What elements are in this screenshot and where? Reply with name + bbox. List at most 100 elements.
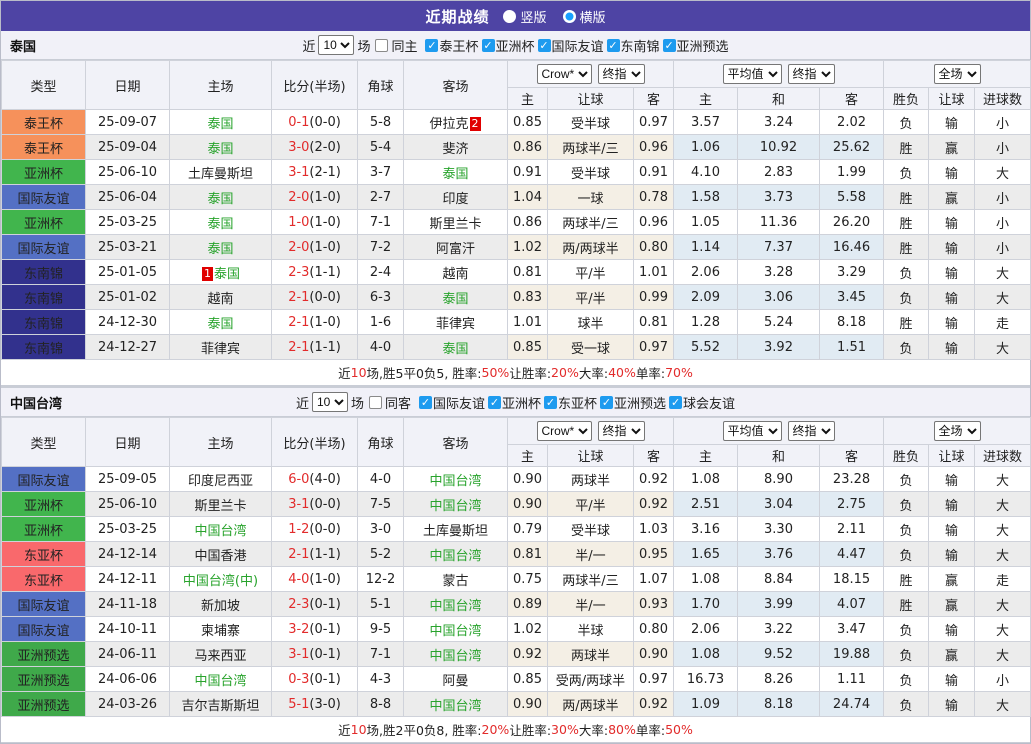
- result-goals-cell: 大: [974, 159, 1031, 185]
- radio-label: 横版: [579, 10, 606, 26]
- league-filter-4[interactable]: ✓ 亚洲预选: [662, 36, 729, 55]
- league-filter-3[interactable]: ✓ 亚洲预选: [600, 393, 666, 412]
- result-goals-cell: 小: [974, 234, 1031, 260]
- match-date: 24-12-14: [85, 541, 170, 567]
- col-header-odds-home: 主: [507, 87, 548, 110]
- corner-cell: 2-7: [357, 184, 404, 210]
- checkbox-checked-icon[interactable]: ✓: [418, 395, 432, 409]
- away-team: 越南: [403, 259, 508, 285]
- handicap-cell: 两/两球半: [547, 691, 634, 717]
- odds-time-select[interactable]: 终指: [597, 421, 645, 441]
- radio-unselected-icon[interactable]: [503, 9, 517, 23]
- checkbox-unchecked-icon[interactable]: [375, 38, 389, 52]
- halftime-score: (1-1): [309, 546, 341, 562]
- league-filter-list: ✓ 泰王杯 ✓ 亚洲杯 ✓ 国际友谊 ✓ 东南锦 ✓ 亚洲预选: [422, 36, 729, 55]
- scope-select[interactable]: 全场: [933, 421, 981, 441]
- result-goals-cell: 小: [974, 666, 1031, 692]
- odds-source-select[interactable]: Crow*: [536, 421, 592, 441]
- odds-source-select[interactable]: Crow*: [536, 64, 592, 84]
- games-label: 场: [350, 396, 364, 412]
- scope-select[interactable]: 全场: [933, 64, 981, 84]
- avg-home-cell: 1.08: [673, 566, 739, 592]
- score-cell: 6-0(4-0): [271, 466, 358, 492]
- result-goals-cell: 走: [974, 309, 1031, 335]
- match-type-badge: 东亚杯: [1, 541, 86, 567]
- odds-away-cell: 0.96: [632, 134, 675, 160]
- halftime-score: (1-0): [309, 214, 341, 230]
- handicap-cell: 两球半/三: [547, 566, 634, 592]
- recent-count-select[interactable]: 10: [318, 35, 355, 55]
- fulltime-score: 3-0: [288, 139, 310, 155]
- same-venue-checkbox[interactable]: 同客: [368, 393, 411, 412]
- handicap-cell: 半球: [547, 616, 634, 642]
- handicap-cell: 两/两球半: [547, 234, 634, 260]
- home-team: 泰国: [169, 309, 272, 335]
- league-filter-0[interactable]: ✓ 国际友谊: [418, 393, 485, 412]
- results-tbody: 国际友谊 25-09-05 印度尼西亚 6-0(4-0) 4-0 中国台湾 0.90 两球半 0…: [1, 466, 1031, 717]
- checkbox-checked-icon[interactable]: ✓: [606, 38, 620, 52]
- fulltime-score: 4-0: [288, 571, 310, 587]
- layout-radio-vertical[interactable]: 竖版: [503, 7, 547, 26]
- team-name: 中国台湾: [194, 673, 247, 689]
- league-filter-0[interactable]: ✓ 泰王杯: [425, 36, 479, 55]
- team-name: 泰国: [207, 241, 234, 257]
- table-row: 国际友谊 25-03-21 泰国 2-0(1-0) 7-2 阿富汗 1.02 两/两球半 0.8…: [1, 234, 1031, 260]
- odds-time-select[interactable]: 终指: [597, 64, 645, 84]
- avg-time-select[interactable]: 终指: [787, 64, 835, 84]
- table-row: 亚洲杯 25-03-25 中国台湾 1-2(0-0) 3-0 土库曼斯坦 0.79 受半球 1.…: [1, 516, 1031, 542]
- home-team: 泰国: [169, 234, 272, 260]
- result-handicap-cell: 输: [928, 541, 976, 567]
- corner-cell: 3-7: [357, 159, 404, 185]
- odds-home-cell: 0.90: [507, 491, 548, 517]
- checkbox-checked-icon[interactable]: ✓: [544, 395, 558, 409]
- checkbox-checked-icon[interactable]: ✓: [537, 38, 551, 52]
- league-filter-3[interactable]: ✓ 东南锦: [606, 36, 660, 55]
- corner-cell: 7-1: [357, 209, 404, 235]
- checkbox-checked-icon[interactable]: ✓: [488, 395, 501, 409]
- result-handicap-cell: 赢: [928, 566, 976, 592]
- col-header-handicap: 让球: [547, 87, 634, 110]
- layout-radio-horizontal[interactable]: 横版: [562, 7, 606, 26]
- odds-home-cell: 0.81: [507, 259, 548, 285]
- result-goals-cell: 走: [974, 566, 1031, 592]
- checkbox-checked-icon[interactable]: ✓: [425, 38, 439, 52]
- avg-source-select[interactable]: 平均值: [722, 421, 782, 441]
- league-filter-2[interactable]: ✓ 国际友谊: [537, 36, 604, 55]
- result-handicap-cell: 输: [928, 209, 976, 235]
- col-header-avg-draw: 和: [737, 444, 821, 467]
- fulltime-score: 2-0: [288, 189, 310, 205]
- fulltime-score: 2-1: [288, 339, 310, 355]
- checkbox-unchecked-icon[interactable]: [368, 395, 382, 409]
- table-row: 东南锦 24-12-30 泰国 2-1(1-0) 1-6 菲律宾 1.01 球半 0.81 1.2…: [1, 309, 1031, 335]
- home-team: 泰国: [169, 209, 272, 235]
- recent-count-select[interactable]: 10: [311, 392, 348, 412]
- odds-home-cell: 0.86: [507, 134, 548, 160]
- result-handicap-cell: 输: [928, 109, 976, 135]
- checkbox-checked-icon[interactable]: ✓: [600, 395, 614, 409]
- league-filter-1[interactable]: ✓ 亚洲杯: [488, 393, 541, 412]
- league-filter-1[interactable]: ✓ 亚洲杯: [481, 36, 535, 55]
- halftime-score: (1-0): [309, 571, 341, 587]
- halftime-score: (1-0): [309, 314, 341, 330]
- checkbox-checked-icon[interactable]: ✓: [481, 38, 495, 52]
- avg-home-cell: 3.57: [673, 109, 739, 135]
- radio-selected-icon[interactable]: [562, 9, 576, 23]
- away-team: 泰国: [403, 159, 508, 185]
- checkbox-checked-icon[interactable]: ✓: [662, 38, 676, 52]
- handicap-cell: 两球半/三: [547, 134, 634, 160]
- result-handicap-cell: 赢: [928, 641, 976, 667]
- table-row: 泰王杯 25-09-04 泰国 3-0(2-0) 5-4 斐济 0.86 两球半/三 0.96 1…: [1, 134, 1031, 160]
- scope-group-header: 全场: [883, 60, 1031, 88]
- avg-draw-cell: 8.26: [737, 666, 821, 692]
- handicap-cell: 两球半/三: [547, 209, 634, 235]
- league-filter-4[interactable]: ✓ 球会友谊: [669, 393, 735, 412]
- checkbox-checked-icon[interactable]: ✓: [669, 395, 683, 409]
- avg-source-select[interactable]: 平均值: [722, 64, 782, 84]
- halftime-score: (0-0): [309, 289, 341, 305]
- odds-away-cell: 0.93: [632, 591, 675, 617]
- avg-time-select[interactable]: 终指: [787, 421, 835, 441]
- team-name: 菲律宾: [200, 341, 240, 357]
- same-venue-checkbox[interactable]: 同主: [375, 36, 417, 55]
- col-header-avg-away: 客: [819, 444, 885, 467]
- league-filter-2[interactable]: ✓ 东亚杯: [544, 393, 597, 412]
